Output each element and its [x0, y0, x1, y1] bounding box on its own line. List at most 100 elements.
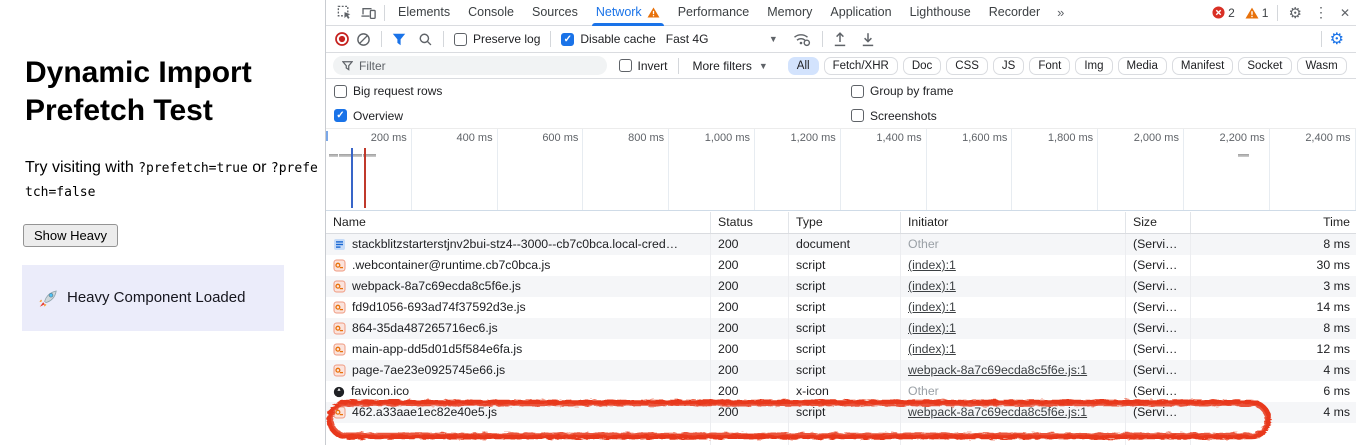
divider [1321, 31, 1322, 47]
network-overview-timeline[interactable]: 200 ms400 ms600 ms800 ms1,000 ms1,200 ms… [326, 128, 1356, 211]
request-type: script [789, 402, 901, 423]
filter-chip-media[interactable]: Media [1118, 57, 1167, 75]
tab-elements[interactable]: Elements [389, 0, 459, 26]
table-row[interactable]: fd9d1056-693ad74f37592d3e.js200script(in… [326, 297, 1356, 318]
show-heavy-button[interactable]: Show Heavy [23, 224, 118, 247]
import-har-icon[interactable] [861, 31, 875, 47]
filter-chip-fetch-xhr[interactable]: Fetch/XHR [824, 57, 898, 75]
tab-memory[interactable]: Memory [758, 0, 821, 26]
settings-gear-icon[interactable]: ⚙ [1282, 4, 1307, 22]
throttling-select[interactable]: Fast 4G ▼ [666, 32, 778, 46]
disable-cache-toggle[interactable]: Disable cache [561, 32, 655, 46]
close-devtools-icon[interactable]: ✕ [1334, 6, 1356, 20]
request-time: 12 ms [1191, 339, 1356, 360]
more-tabs-button[interactable]: » [1049, 5, 1072, 20]
preserve-log-toggle[interactable]: Preserve log [454, 32, 540, 46]
column-header-type[interactable]: Type [789, 212, 901, 233]
table-row[interactable]: favicon.ico200x-iconOther(Servi…6 ms [326, 381, 1356, 402]
ruler-tick: 2,200 ms [1184, 129, 1270, 210]
table-row[interactable]: .webcontainer@runtime.cb7c0bca.js200scri… [326, 255, 1356, 276]
table-row[interactable]: 864-35da487265716ec6.js200script(index):… [326, 318, 1356, 339]
tab-recorder[interactable]: Recorder [980, 0, 1049, 26]
filter-chip-doc[interactable]: Doc [903, 57, 941, 75]
table-row[interactable]: stackblitzstarterstjnv2bui-stz4--3000--c… [326, 234, 1356, 255]
invert-checkbox[interactable] [619, 59, 632, 72]
initiator-link[interactable]: (index):1 [908, 321, 956, 335]
filter-chip-manifest[interactable]: Manifest [1172, 57, 1233, 75]
tab-application[interactable]: Application [821, 0, 900, 26]
network-options-row-2: Overview Screenshots [326, 103, 1356, 128]
initiator-link[interactable]: (index):1 [908, 300, 956, 314]
screenshots-checkbox[interactable] [851, 109, 864, 122]
column-header-initiator[interactable]: Initiator [901, 212, 1126, 233]
filter-chip-css[interactable]: CSS [946, 57, 988, 75]
clear-network-log-icon[interactable] [356, 32, 371, 47]
script-icon [333, 322, 346, 335]
table-row[interactable]: main-app-dd5d01d5f584e6fa.js200script(in… [326, 339, 1356, 360]
group-by-frame-checkbox[interactable] [851, 85, 864, 98]
script-icon [333, 343, 346, 356]
request-time: 14 ms [1191, 297, 1356, 318]
column-header-size[interactable]: Size [1126, 212, 1191, 233]
initiator-link[interactable]: (index):1 [908, 258, 956, 272]
disable-cache-label: Disable cache [580, 32, 655, 46]
initiator-link[interactable]: (index):1 [908, 342, 956, 356]
disable-cache-checkbox[interactable] [561, 33, 574, 46]
console-errors-badge[interactable]: 2 [1212, 6, 1235, 20]
request-size: (Servi… [1126, 318, 1191, 339]
export-har-icon[interactable] [833, 31, 847, 47]
tab-console[interactable]: Console [459, 0, 523, 26]
filter-chip-all[interactable]: All [788, 57, 819, 75]
filter-chip-socket[interactable]: Socket [1238, 57, 1291, 75]
inspect-element-icon[interactable] [332, 2, 356, 24]
tab-label: Memory [767, 0, 812, 25]
divider [1277, 5, 1278, 21]
big-request-rows-checkbox[interactable] [334, 85, 347, 98]
preserve-log-checkbox[interactable] [454, 33, 467, 46]
table-row[interactable]: page-7ae23e0925745e66.js200scriptwebpack… [326, 360, 1356, 381]
more-filters-label: More filters [693, 59, 752, 73]
filter-chip-wasm[interactable]: Wasm [1297, 57, 1347, 75]
big-request-rows-toggle[interactable]: Big request rows [334, 84, 442, 98]
filter-funnel-icon[interactable] [392, 33, 406, 46]
invert-filter-toggle[interactable]: Invert [619, 59, 668, 73]
column-header-name[interactable]: Name [326, 212, 711, 233]
divider [550, 31, 551, 47]
column-header-time[interactable]: Time [1191, 212, 1356, 233]
search-icon[interactable] [418, 32, 433, 47]
initiator-link[interactable]: webpack-8a7c69ecda8c5f6e.js:1 [908, 405, 1087, 419]
ruler-tick: 200 ms [326, 129, 412, 210]
request-status: 200 [711, 318, 789, 339]
table-row-highlighted[interactable]: 462.a33aae1ec82e40e5.js200scriptwebpack-… [326, 402, 1356, 423]
group-by-frame-toggle[interactable]: Group by frame [851, 84, 953, 98]
request-size: (Servi… [1126, 402, 1191, 423]
record-network-log-icon[interactable] [334, 31, 350, 47]
tab-lighthouse[interactable]: Lighthouse [901, 0, 980, 26]
filter-chip-js[interactable]: JS [993, 57, 1024, 75]
tab-sources[interactable]: Sources [523, 0, 587, 26]
filter-input[interactable]: Filter [333, 56, 607, 75]
filter-chip-img[interactable]: Img [1075, 57, 1112, 75]
overview-checkbox[interactable] [334, 109, 347, 122]
screenshots-toggle[interactable]: Screenshots [851, 109, 937, 123]
column-header-status[interactable]: Status [711, 212, 789, 233]
tab-performance[interactable]: Performance [669, 0, 759, 26]
more-filters-button[interactable]: More filters ▼ [693, 59, 768, 73]
more-options-icon[interactable]: ⋮ [1308, 4, 1334, 21]
request-name: favicon.ico [351, 381, 409, 402]
initiator-link[interactable]: webpack-8a7c69ecda8c5f6e.js:1 [908, 363, 1087, 377]
console-warnings-badge[interactable]: 1 [1245, 6, 1269, 20]
table-row[interactable]: webpack-8a7c69ecda8c5f6e.js200script(ind… [326, 276, 1356, 297]
network-conditions-icon[interactable] [792, 31, 812, 47]
network-settings-gear-icon[interactable]: ⚙ [1326, 29, 1348, 49]
request-time: 6 ms [1191, 381, 1356, 402]
request-type: document [789, 234, 901, 255]
device-toolbar-icon[interactable] [356, 2, 380, 24]
divider [384, 5, 385, 21]
filter-chip-font[interactable]: Font [1029, 57, 1070, 75]
network-filter-bar: Filter Invert More filters ▼ All Fetch/XH… [326, 53, 1356, 79]
overview-toggle[interactable]: Overview [334, 109, 403, 123]
initiator-link[interactable]: (index):1 [908, 279, 956, 293]
intro-middle: or [248, 159, 271, 176]
tab-network[interactable]: Network [587, 0, 669, 26]
